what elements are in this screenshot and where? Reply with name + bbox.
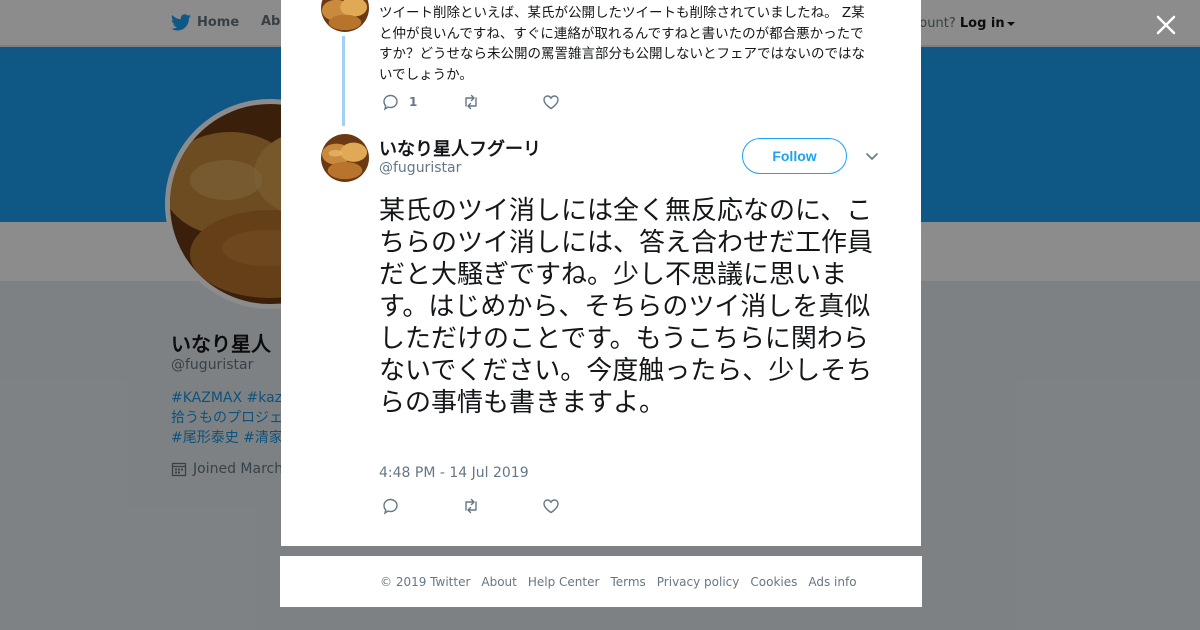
- footer-link-ads-info[interactable]: Ads info: [808, 575, 856, 589]
- footer-link-about[interactable]: About: [481, 575, 516, 589]
- close-icon[interactable]: [1153, 12, 1179, 38]
- footer-copyright: © 2019 Twitter: [380, 574, 471, 589]
- inari-sushi-image: [321, 134, 369, 182]
- parent-tweet-text: ツイート削除といえば、某氏が公開したツイートも削除されていましたね。 Z某と仲が…: [379, 5, 865, 83]
- reply-button[interactable]: 1: [381, 92, 461, 112]
- retweet-button[interactable]: [461, 496, 541, 516]
- modal-footer: © 2019 Twitter About Help Center Terms P…: [280, 556, 922, 607]
- inari-sushi-image: [321, 0, 369, 32]
- tweet-timestamp[interactable]: 4:48 PM - 14 Jul 2019: [379, 465, 529, 481]
- tweet-text: 某氏のツイ消しには全く無反応なのに、こちらのツイ消しには、答え合わせだ工作員だと…: [379, 196, 874, 418]
- reply-icon: [383, 94, 398, 111]
- follow-button[interactable]: Follow: [742, 138, 847, 174]
- like-icon: [543, 499, 559, 514]
- reply-button[interactable]: [381, 496, 461, 516]
- author-name[interactable]: いなり星人フグーリ: [379, 135, 541, 161]
- footer-link-privacy-policy[interactable]: Privacy policy: [657, 575, 740, 589]
- footer-link-cookies[interactable]: Cookies: [750, 575, 797, 589]
- reply-icon: [383, 498, 398, 515]
- tweet-modal: ツイート削除といえば、某氏が公開したツイートも削除されていましたね。 Z某と仲が…: [281, 0, 921, 546]
- author-handle[interactable]: @fuguristar: [379, 160, 461, 176]
- like-button[interactable]: [541, 496, 621, 516]
- footer-link-help-center[interactable]: Help Center: [528, 575, 600, 589]
- like-button[interactable]: [541, 92, 621, 112]
- chevron-down-icon[interactable]: [864, 148, 880, 164]
- retweet-icon: [465, 498, 477, 514]
- reply-count: 1: [409, 95, 418, 109]
- like-icon: [543, 95, 559, 110]
- author-avatar[interactable]: [321, 134, 369, 182]
- thread-connector: [342, 36, 345, 126]
- tweet-actions: [381, 496, 621, 516]
- parent-tweet-avatar[interactable]: [321, 0, 369, 32]
- retweet-button[interactable]: [461, 92, 541, 112]
- retweet-icon: [465, 94, 477, 110]
- footer-link-terms[interactable]: Terms: [610, 575, 645, 589]
- parent-tweet-actions: 1: [381, 92, 621, 112]
